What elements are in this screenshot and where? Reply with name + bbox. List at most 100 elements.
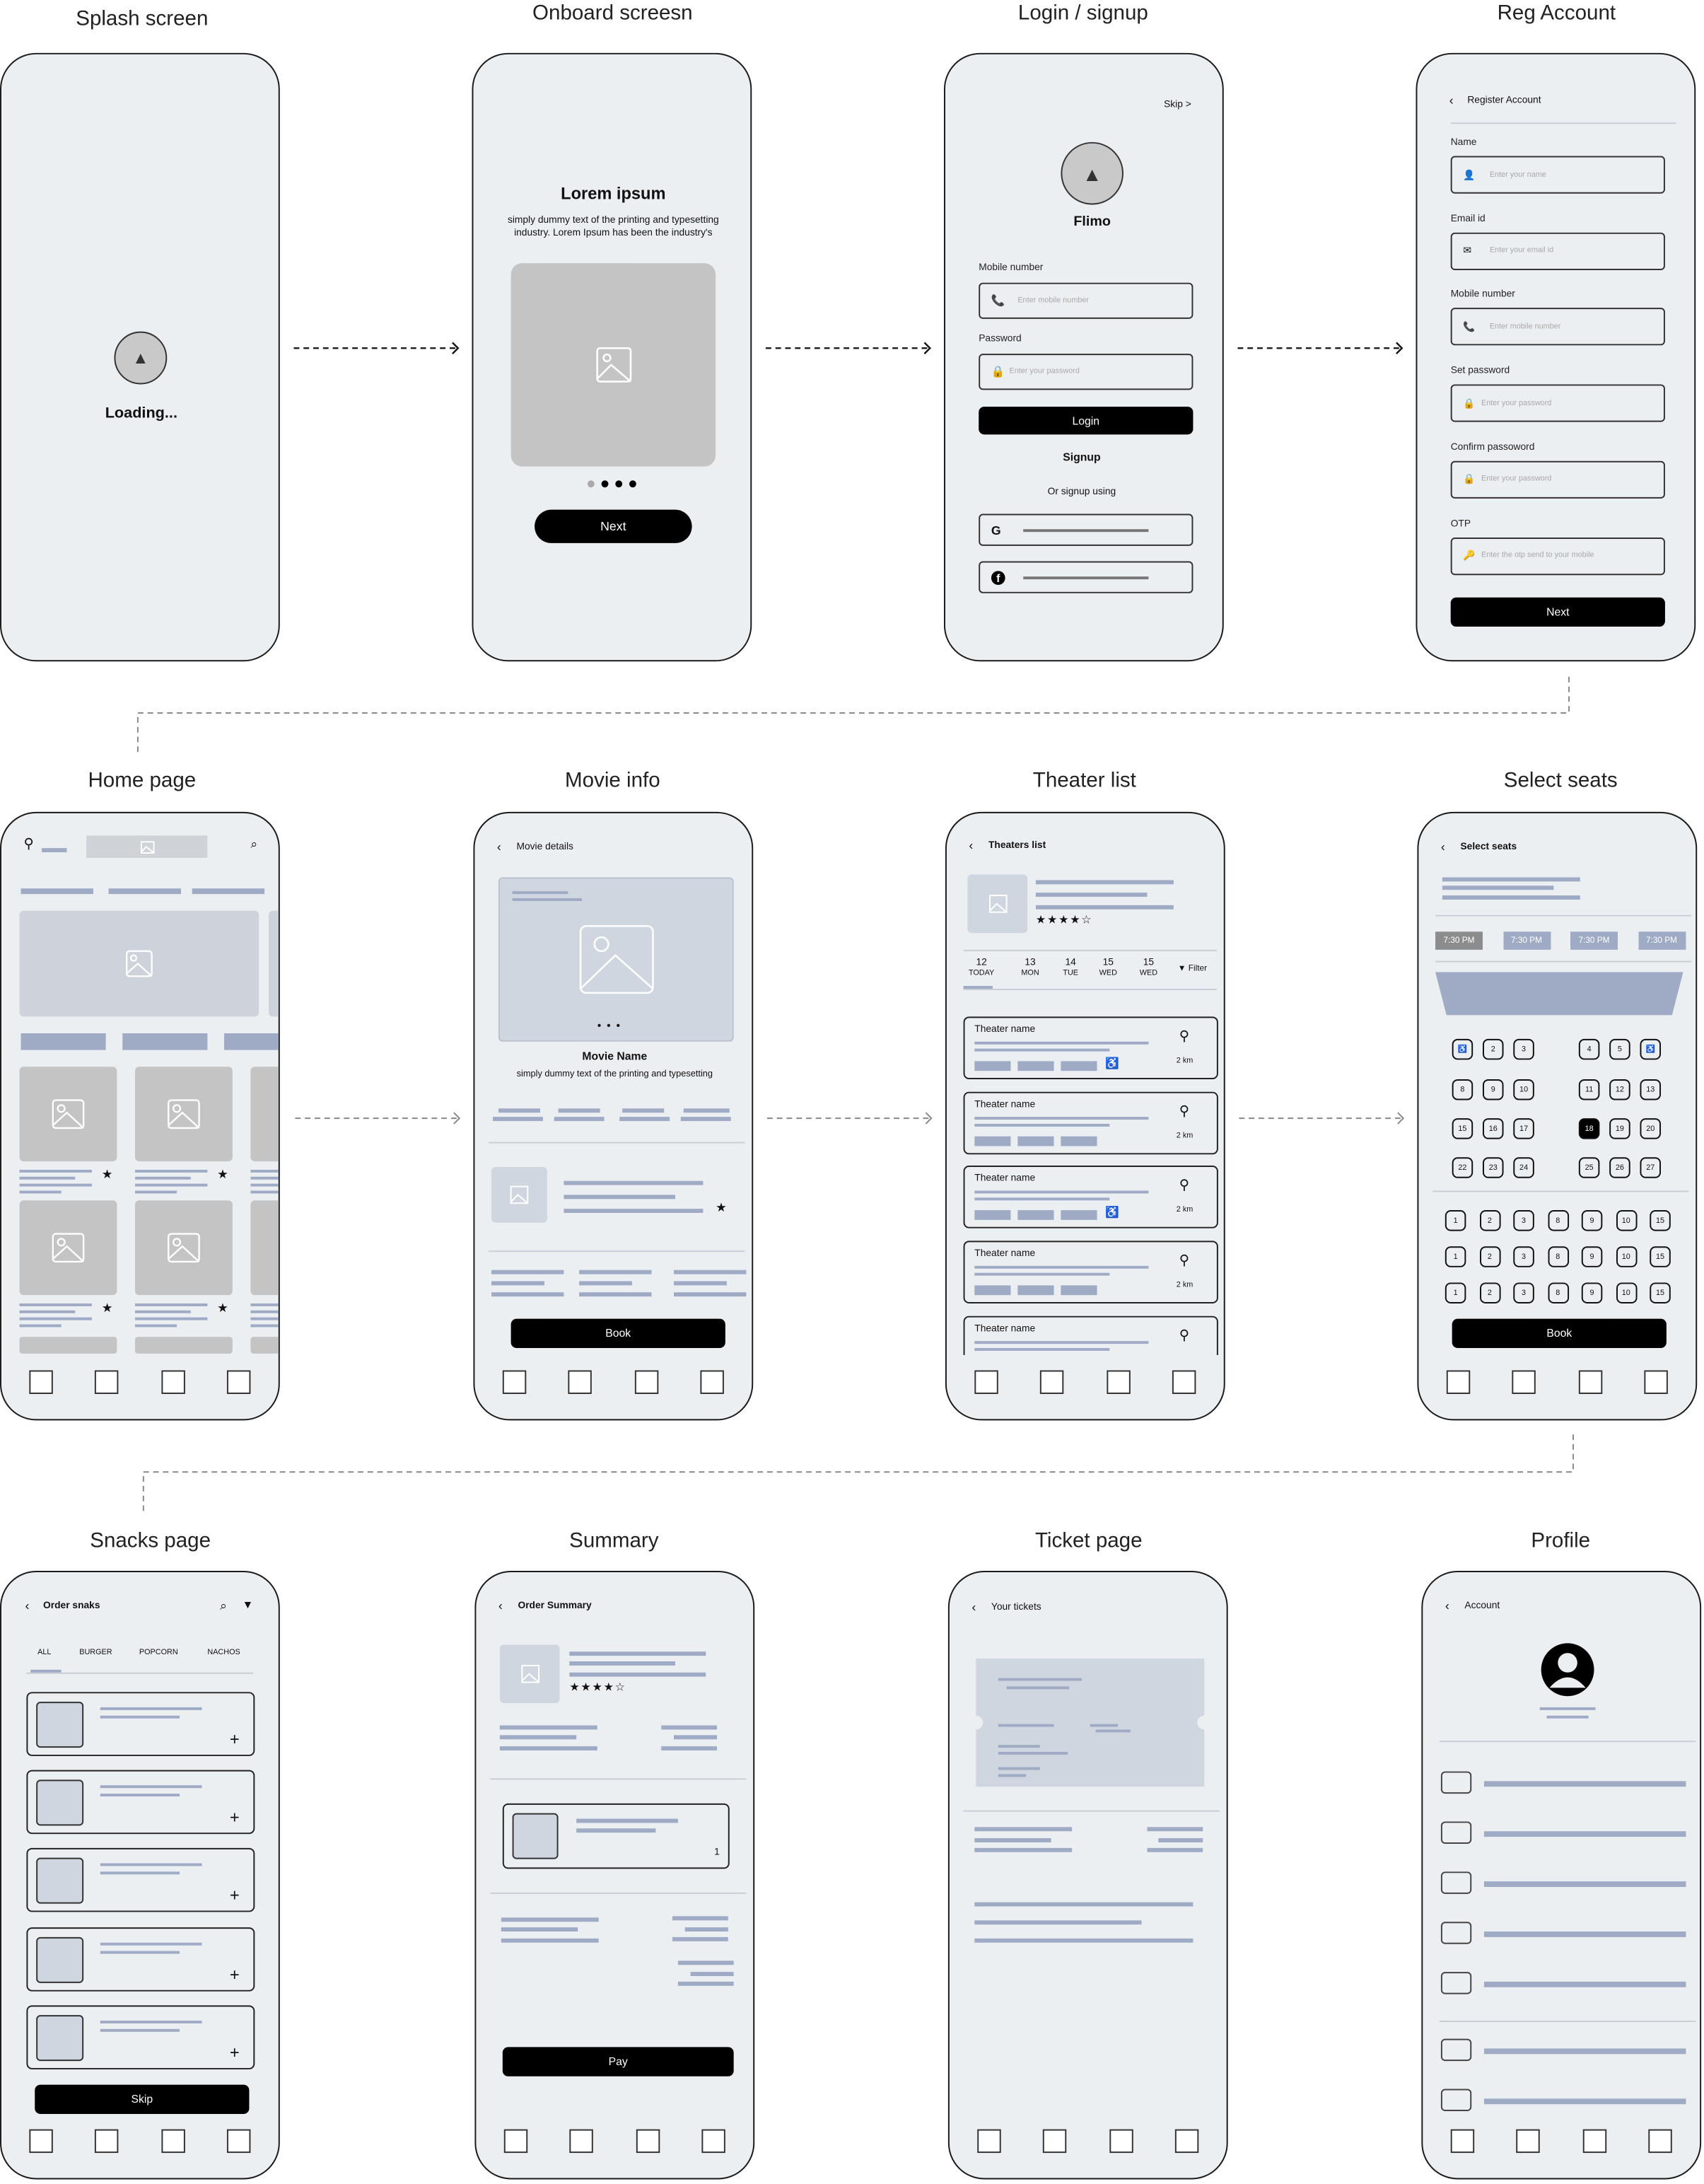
add-icon[interactable]: + (230, 1808, 240, 1828)
filter-icon[interactable]: ▼ (243, 1598, 254, 1611)
date-tab[interactable]: 15 WED (1092, 958, 1125, 978)
date-tab[interactable]: 15 WED (1132, 958, 1165, 978)
seat[interactable]: 1 (1445, 1210, 1466, 1231)
seat[interactable]: 9 (1581, 1282, 1603, 1303)
seat[interactable]: 2 (1479, 1282, 1500, 1303)
nav-item[interactable] (977, 2129, 1001, 2154)
banner-image[interactable] (19, 910, 259, 1017)
nav-item[interactable] (634, 1370, 658, 1394)
seat[interactable]: 22 (1452, 1157, 1474, 1178)
add-icon[interactable]: + (230, 2043, 240, 2062)
pay-button[interactable]: Pay (502, 2047, 734, 2076)
nav-item[interactable] (1109, 2129, 1133, 2154)
nav-item[interactable] (1106, 1370, 1131, 1394)
theater-card[interactable]: Theater name ♿ ⚲ 2 km (963, 1166, 1218, 1229)
seat[interactable]: 15 (1650, 1282, 1671, 1303)
book-button[interactable]: Book (510, 1318, 725, 1348)
nav-item[interactable] (1043, 2129, 1067, 2154)
menu-item[interactable] (1483, 1831, 1686, 1837)
seat[interactable]: 19 (1609, 1118, 1630, 1139)
back-icon[interactable]: ‹ (1449, 93, 1454, 108)
search-icon[interactable]: ⌕ (250, 837, 257, 852)
seat[interactable]: 9 (1581, 1246, 1603, 1267)
search-bar[interactable] (86, 835, 208, 858)
movie-card[interactable] (250, 1337, 279, 1354)
star-icon[interactable]: ★ (102, 1167, 113, 1183)
seat[interactable]: 20 (1640, 1118, 1662, 1139)
email-id-input[interactable]: ✉ Enter your email id (1450, 232, 1665, 270)
tab-burger[interactable]: BURGER (79, 1649, 112, 1657)
nav-item[interactable] (1516, 2129, 1541, 2154)
star-icon[interactable]: ★ (217, 1301, 228, 1316)
date-tab[interactable]: 14 TUE (1054, 958, 1087, 978)
menu-item-icon[interactable] (1440, 1821, 1472, 1844)
menu-item[interactable] (1483, 1881, 1686, 1887)
nav-item[interactable] (1174, 2129, 1199, 2154)
seat[interactable]: 4 (1578, 1038, 1600, 1060)
movie-card[interactable] (19, 1200, 117, 1296)
seat[interactable]: 8 (1547, 1210, 1569, 1231)
signup-link[interactable]: Signup (945, 451, 1218, 464)
facebook-signup-button[interactable]: f (979, 561, 1194, 593)
menu-item-icon[interactable] (1440, 1972, 1472, 1994)
page-dot[interactable] (629, 480, 636, 488)
mobile-number-input[interactable]: 📞 Enter mobile number (1450, 308, 1665, 347)
star-icon[interactable]: ★ (102, 1301, 113, 1316)
page-dot[interactable] (587, 480, 595, 488)
menu-item[interactable] (1483, 1981, 1686, 1987)
nav-item[interactable] (503, 2129, 528, 2154)
movie-card[interactable] (250, 1067, 279, 1162)
add-icon[interactable]: + (230, 1729, 240, 1749)
seat[interactable]: 3 (1513, 1038, 1534, 1060)
order-item-card[interactable]: 1 (502, 1803, 730, 1869)
theater-card[interactable]: Theater name ♿ ⚲ 2 km (963, 1016, 1218, 1079)
seat[interactable]: 2 (1482, 1038, 1504, 1060)
seat[interactable]: 18 (1578, 1118, 1600, 1139)
movie-card[interactable] (19, 1337, 117, 1354)
snack-card[interactable]: + (26, 1692, 255, 1756)
tab-nachos[interactable]: NACHOS (207, 1649, 240, 1657)
nav-item[interactable] (502, 1370, 527, 1394)
nav-item[interactable] (568, 1370, 593, 1394)
nav-item[interactable] (161, 1370, 185, 1394)
date-tab[interactable]: 13 MON (1013, 958, 1046, 978)
seat[interactable]: 9 (1482, 1079, 1504, 1100)
seat[interactable]: 3 (1513, 1210, 1534, 1231)
nav-item[interactable] (1446, 1370, 1471, 1394)
snack-card[interactable]: + (26, 1927, 255, 1991)
back-icon[interactable]: ‹ (25, 1598, 29, 1613)
showtime-chip[interactable]: 7:30 PM (1502, 931, 1551, 950)
seat[interactable]: 26 (1609, 1157, 1630, 1178)
nav-item[interactable] (226, 2129, 251, 2154)
movie-card[interactable] (134, 1337, 233, 1354)
nav-item[interactable] (700, 1370, 724, 1394)
page-dot[interactable] (601, 480, 609, 488)
avatar-icon[interactable] (1540, 1642, 1596, 1697)
nav-item[interactable] (29, 2129, 53, 2154)
menu-item-icon[interactable] (1440, 2038, 1472, 2062)
menu-item[interactable] (1483, 2048, 1686, 2054)
google-signup-button[interactable]: G (979, 513, 1194, 546)
location-pin-icon[interactable]: ⚲ (23, 837, 33, 852)
seat[interactable]: 24 (1513, 1157, 1534, 1178)
seat[interactable]: 10 (1616, 1282, 1637, 1303)
skip-button[interactable]: Skip (35, 2084, 250, 2114)
nav-item[interactable] (1450, 2129, 1475, 2154)
nav-item[interactable] (1648, 2129, 1672, 2154)
menu-item-icon[interactable] (1440, 1922, 1472, 1944)
seat[interactable]: 15 (1650, 1246, 1671, 1267)
back-icon[interactable]: ‹ (498, 1598, 503, 1613)
wheelchair-seat[interactable]: ♿ (1640, 1038, 1662, 1060)
star-icon[interactable]: ★ (716, 1200, 727, 1216)
nav-item[interactable] (95, 2129, 119, 2154)
theater-card[interactable]: Theater name ⚲ 2 km (963, 1241, 1218, 1304)
nav-item[interactable] (161, 2129, 185, 2154)
seat[interactable]: 2 (1479, 1210, 1500, 1231)
page-dot[interactable] (615, 480, 623, 488)
seat[interactable]: 5 (1609, 1038, 1630, 1060)
seat[interactable]: 8 (1547, 1282, 1569, 1303)
nav-item[interactable] (1578, 1370, 1602, 1394)
menu-item-icon[interactable] (1440, 1871, 1472, 1894)
seat[interactable]: 8 (1452, 1079, 1474, 1100)
seat[interactable]: 23 (1482, 1157, 1504, 1178)
